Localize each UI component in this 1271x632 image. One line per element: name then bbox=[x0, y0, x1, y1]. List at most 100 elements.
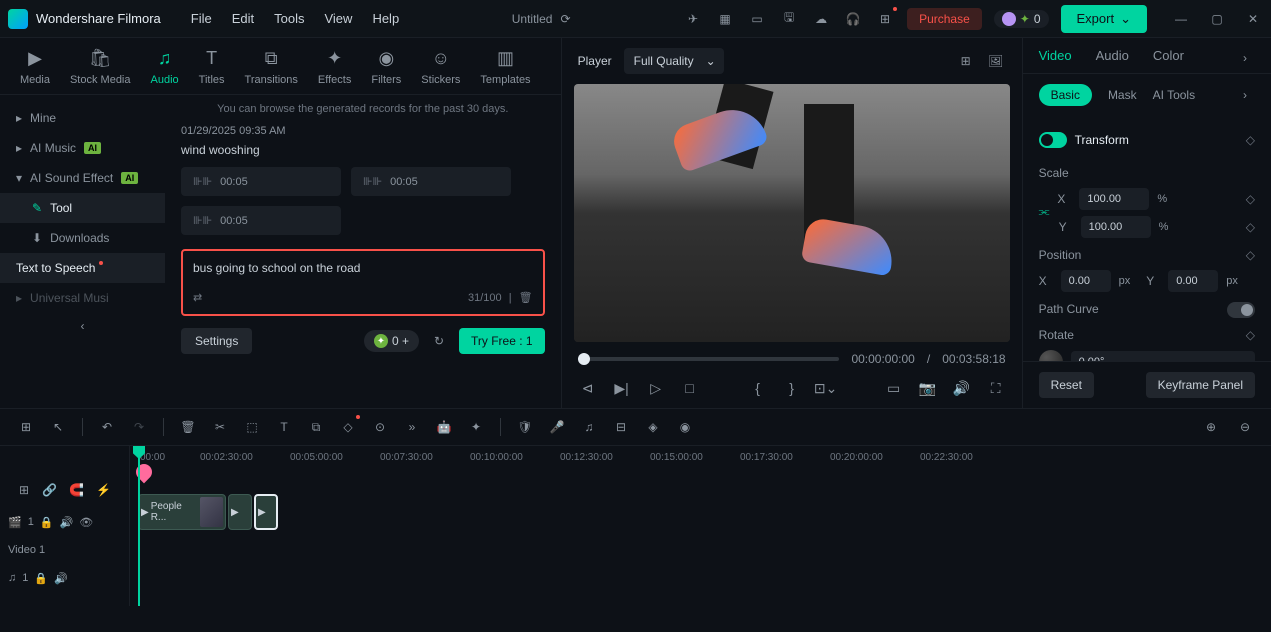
marker-in-icon[interactable]: { bbox=[748, 378, 768, 398]
seek-handle[interactable] bbox=[578, 353, 590, 365]
subtab-basic[interactable]: Basic bbox=[1039, 84, 1092, 106]
subtab-mask[interactable]: Mask bbox=[1108, 88, 1137, 102]
track-add-icon[interactable]: ⊞ bbox=[18, 480, 30, 500]
layout-icon[interactable]: ⊞ bbox=[16, 417, 36, 437]
track-link-icon[interactable]: 🔗 bbox=[42, 480, 57, 500]
seek-bar[interactable] bbox=[578, 357, 840, 361]
video-clip-3-selected[interactable]: ▶ bbox=[254, 494, 278, 530]
video-track-icon[interactable]: 🎬 bbox=[8, 516, 22, 529]
ai-tool-icon[interactable]: 🤖 bbox=[434, 417, 454, 437]
audio-track-icon[interactable]: ♫ bbox=[8, 572, 16, 584]
tab-effects[interactable]: ✦Effects bbox=[318, 46, 351, 86]
music-tool-icon[interactable]: ♫ bbox=[579, 417, 599, 437]
keyframe-icon[interactable]: ◇ bbox=[1246, 192, 1255, 206]
sidebar-item-mine[interactable]: ▸Mine bbox=[0, 103, 165, 133]
menu-file[interactable]: File bbox=[191, 11, 212, 26]
mixer-icon[interactable]: ⊟ bbox=[611, 417, 631, 437]
tab-media[interactable]: ▶Media bbox=[20, 46, 50, 86]
split-icon[interactable]: ✂ bbox=[210, 417, 230, 437]
sidebar-item-tool[interactable]: ✎Tool bbox=[0, 193, 165, 223]
keyframe-icon[interactable]: ◇ bbox=[1246, 220, 1255, 234]
video-track-1[interactable]: ▶ People R... ▶ ▶ bbox=[130, 492, 1271, 532]
sidebar-item-text-to-speech[interactable]: Text to Speech bbox=[0, 253, 165, 283]
sync-icon[interactable]: ⟳ bbox=[560, 12, 570, 26]
rotate-dial[interactable] bbox=[1039, 350, 1063, 361]
reset-button[interactable]: Reset bbox=[1039, 372, 1094, 398]
shield-icon[interactable]: 🛡 bbox=[515, 417, 535, 437]
pointer-icon[interactable]: ↖ bbox=[48, 417, 68, 437]
refresh-icon[interactable]: ↻ bbox=[429, 331, 449, 351]
copy-icon[interactable]: ⧉ bbox=[306, 417, 326, 437]
sidebar-item-downloads[interactable]: ⬇Downloads bbox=[0, 223, 165, 253]
keyframe-tool-icon[interactable]: ◇ bbox=[338, 417, 358, 437]
more-subtabs-icon[interactable]: › bbox=[1235, 85, 1255, 105]
user-badge[interactable]: ✦ 0 bbox=[994, 10, 1049, 28]
apps-icon[interactable]: ⊞ bbox=[875, 9, 895, 29]
lock-icon[interactable]: 🔒 bbox=[34, 572, 48, 585]
settings-button[interactable]: Settings bbox=[181, 328, 252, 354]
tab-stickers[interactable]: ☺Stickers bbox=[421, 46, 460, 86]
zoom-icon[interactable]: ⊖ bbox=[1235, 417, 1255, 437]
sound-result-3[interactable]: ⊪⊪00:05 bbox=[181, 206, 341, 235]
delete-icon[interactable]: 🗑 bbox=[519, 292, 533, 304]
prev-frame-icon[interactable]: ⊲ bbox=[578, 378, 598, 398]
scale-x-input[interactable] bbox=[1079, 188, 1149, 210]
sound-result-2[interactable]: ⊪⊪00:05 bbox=[351, 167, 511, 196]
track-magnet-icon[interactable]: 🧲 bbox=[69, 480, 84, 500]
more-tabs-icon[interactable]: › bbox=[1235, 48, 1255, 68]
sound-result-1[interactable]: ⊪⊪00:05 bbox=[181, 167, 341, 196]
lock-icon[interactable]: 🔒 bbox=[40, 516, 54, 529]
tab-audio[interactable]: ♫Audio bbox=[151, 46, 179, 86]
video-clip-1[interactable]: ▶ People R... bbox=[138, 494, 226, 530]
prompt-input[interactable] bbox=[193, 261, 533, 275]
keyframe-icon[interactable]: ◇ bbox=[1246, 328, 1255, 342]
menu-view[interactable]: View bbox=[324, 11, 352, 26]
mute-icon[interactable]: 🔊 bbox=[60, 516, 74, 529]
keyframe-panel-button[interactable]: Keyframe Panel bbox=[1146, 372, 1255, 398]
shuffle-icon[interactable]: ⇄ bbox=[193, 291, 202, 304]
sidebar-item-ai-sound-effect[interactable]: ▾AI Sound EffectAI bbox=[0, 163, 165, 193]
tab-titles[interactable]: TTitles bbox=[199, 46, 225, 86]
video-preview[interactable] bbox=[574, 84, 1010, 342]
quality-select[interactable]: Full Quality bbox=[624, 48, 724, 74]
close-button[interactable]: ✕ bbox=[1243, 9, 1263, 29]
menu-tools[interactable]: Tools bbox=[274, 11, 304, 26]
marker-out-icon[interactable]: } bbox=[782, 378, 802, 398]
track-auto-icon[interactable]: ⚡ bbox=[96, 480, 111, 500]
step-back-icon[interactable]: ▶| bbox=[612, 378, 632, 398]
snapshot-icon[interactable]: 📷 bbox=[918, 378, 938, 398]
play-icon[interactable]: ▷ bbox=[646, 378, 666, 398]
redo-icon[interactable]: ↷ bbox=[129, 417, 149, 437]
sidebar-more[interactable]: ‹ bbox=[0, 313, 165, 339]
sidebar-item-universal-music[interactable]: ▸Universal Musi bbox=[0, 283, 165, 313]
purchase-button[interactable]: Purchase bbox=[907, 8, 982, 30]
cloud-icon[interactable]: ☁ bbox=[811, 9, 831, 29]
tab-audio-props[interactable]: Audio bbox=[1096, 48, 1129, 73]
color-tool-icon[interactable]: ◉ bbox=[675, 417, 695, 437]
pos-y-input[interactable] bbox=[1168, 270, 1218, 292]
effects-tool-icon[interactable]: ✦ bbox=[466, 417, 486, 437]
headphones-icon[interactable]: 🎧 bbox=[843, 9, 863, 29]
grid-view-icon[interactable]: ⊞ bbox=[956, 51, 976, 71]
tab-video-props[interactable]: Video bbox=[1039, 48, 1072, 73]
tab-transitions[interactable]: ⧉Transitions bbox=[245, 46, 298, 86]
export-button[interactable]: Export ⌄ bbox=[1061, 5, 1147, 33]
volume-icon[interactable]: 🔊 bbox=[952, 378, 972, 398]
playhead[interactable] bbox=[138, 446, 140, 606]
save-icon[interactable]: 🖫 bbox=[779, 9, 799, 29]
undo-icon[interactable]: ↶ bbox=[97, 417, 117, 437]
ratio-icon[interactable]: ⊡⌄ bbox=[816, 378, 836, 398]
keyframe-icon[interactable]: ◇ bbox=[1246, 248, 1255, 262]
tab-templates[interactable]: ▥Templates bbox=[480, 46, 530, 86]
sidebar-item-ai-music[interactable]: ▸AI MusicAI bbox=[0, 133, 165, 163]
link-icon[interactable]: ⫘ bbox=[1039, 204, 1050, 219]
delete-icon[interactable]: 🗑 bbox=[178, 417, 198, 437]
tab-filters[interactable]: ◉Filters bbox=[371, 46, 401, 86]
tab-color-props[interactable]: Color bbox=[1153, 48, 1184, 73]
screen-icon[interactable]: ▭ bbox=[747, 9, 767, 29]
image-view-icon[interactable]: 🖼 bbox=[986, 51, 1006, 71]
zoom-fit-icon[interactable]: ⊕ bbox=[1201, 417, 1221, 437]
transform-section[interactable]: Transform ◇ bbox=[1039, 124, 1255, 156]
tab-stock-media[interactable]: 🛍Stock Media bbox=[70, 46, 131, 86]
menu-help[interactable]: Help bbox=[372, 11, 399, 26]
